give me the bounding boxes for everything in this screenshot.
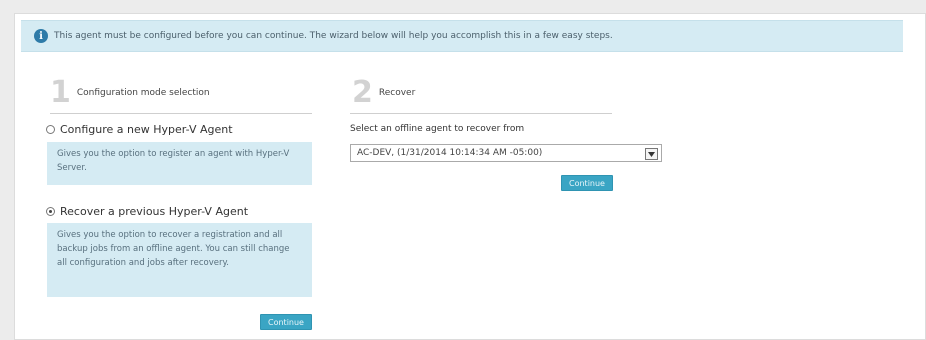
info-banner-text: This agent must be configured before you… (54, 31, 613, 41)
step1-header: 1 Configuration mode selection (50, 78, 210, 108)
option-recover-previous[interactable]: Recover a previous Hyper-V Agent (46, 205, 248, 218)
recover-select-label: Select an offline agent to recover from (350, 124, 525, 134)
step1-label: Configuration mode selection (76, 88, 210, 98)
step1-continue-button[interactable]: Continue (260, 314, 312, 330)
offline-agent-select[interactable]: AC-DEV, (1/31/2014 10:14:34 AM -05:00) (350, 144, 662, 162)
step2-divider (350, 113, 612, 114)
option-recover-previous-description: Gives you the option to recover a regist… (47, 223, 312, 297)
radio-recover-previous[interactable] (46, 207, 55, 216)
step1-divider (50, 113, 312, 114)
info-icon: i (34, 29, 48, 43)
option-configure-new[interactable]: Configure a new Hyper-V Agent (46, 123, 233, 136)
step1-number: 1 (50, 75, 71, 110)
step2-number: 2 (352, 75, 373, 110)
option-configure-new-label[interactable]: Configure a new Hyper-V Agent (60, 123, 233, 136)
radio-configure-new[interactable] (46, 125, 55, 134)
chevron-down-icon[interactable] (645, 148, 658, 160)
step2-header: 2 Recover (352, 78, 415, 108)
step2-continue-button[interactable]: Continue (561, 175, 613, 191)
step2-label: Recover (378, 88, 416, 98)
offline-agent-select-value[interactable]: AC-DEV, (1/31/2014 10:14:34 AM -05:00) (357, 148, 542, 158)
option-recover-previous-label[interactable]: Recover a previous Hyper-V Agent (60, 205, 248, 218)
option-configure-new-description: Gives you the option to register an agen… (47, 142, 312, 185)
info-banner: i This agent must be configured before y… (21, 20, 903, 52)
